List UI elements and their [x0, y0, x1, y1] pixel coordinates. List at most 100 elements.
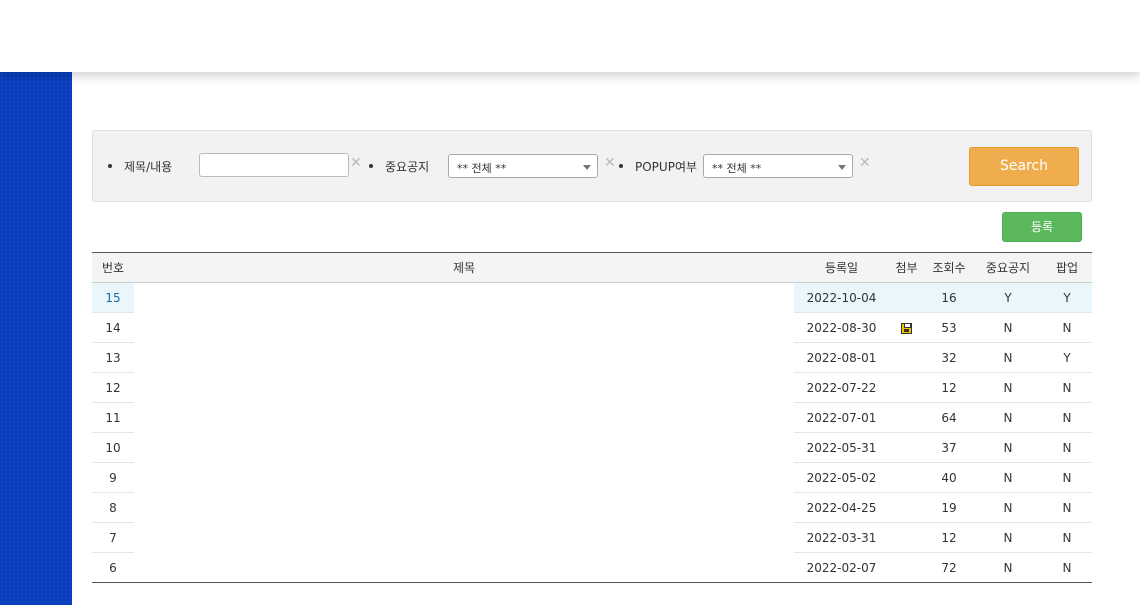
row-number: 14 [92, 312, 134, 343]
row-notice: N [974, 432, 1042, 463]
table-row[interactable]: 6 2022-02-07 72 N N [92, 553, 1092, 583]
popup-select[interactable]: ** 전체 ** [703, 154, 853, 178]
notice-select[interactable]: ** 전체 ** [448, 154, 598, 178]
row-attachment [889, 282, 924, 313]
row-title[interactable] [134, 433, 794, 463]
row-date: 2022-10-04 [794, 282, 889, 313]
chevron-down-icon [838, 165, 846, 170]
header-attachment[interactable]: 첨부 [889, 252, 924, 283]
row-popup: N [1042, 432, 1092, 463]
row-popup: Y [1042, 342, 1092, 373]
row-title[interactable] [134, 493, 794, 523]
header-number[interactable]: 번호 [92, 252, 134, 283]
row-date: 2022-07-01 [794, 402, 889, 433]
row-popup: N [1062, 560, 1072, 575]
row-notice: N [974, 342, 1042, 373]
top-header [0, 0, 1140, 72]
title-content-input[interactable] [199, 153, 349, 177]
bullet-icon [108, 164, 112, 168]
clear-popup-icon[interactable]: ✕ [859, 155, 871, 171]
row-views: 64 [924, 402, 974, 433]
row-title[interactable] [134, 553, 794, 583]
table-row[interactable]: 15 2022-10-04 16 Y Y [92, 282, 1092, 313]
table-row[interactable]: 14 2022-08-30 53 N N [92, 312, 1092, 343]
row-title[interactable] [134, 463, 794, 493]
table-row[interactable]: 9 2022-05-02 40 N N [92, 462, 1092, 493]
row-number: 11 [92, 402, 134, 433]
row-notice: N [974, 372, 1042, 403]
chevron-down-icon [583, 165, 591, 170]
table-row[interactable]: 8 2022-04-25 19 N N [92, 492, 1092, 523]
row-number: 8 [92, 492, 134, 523]
header-title[interactable]: 제목 [134, 252, 794, 283]
table-row[interactable]: 11 2022-07-01 64 N N [92, 402, 1092, 433]
row-attachment [889, 432, 924, 463]
row-views: 12 [924, 522, 974, 553]
clear-notice-icon[interactable]: ✕ [604, 155, 616, 171]
row-title[interactable] [134, 403, 794, 433]
row-notice: N [974, 402, 1042, 433]
header-views[interactable]: 조회수 [924, 252, 974, 283]
row-number: 12 [92, 372, 134, 403]
row-notice: N [974, 492, 1042, 523]
row-number: 6 [109, 560, 117, 575]
table-header-row: 번호 제목 등록일 첨부 조회수 중요공지 팝업 [92, 252, 1092, 283]
row-attachment [889, 402, 924, 433]
row-views: 40 [924, 462, 974, 493]
row-date: 2022-08-30 [794, 312, 889, 343]
popup-select-value: ** 전체 ** [712, 162, 762, 175]
row-popup: N [1042, 312, 1092, 343]
notice-table: 번호 제목 등록일 첨부 조회수 중요공지 팝업 15 2022-10-04 16 Y… [92, 252, 1092, 583]
header-date[interactable]: 등록일 [794, 252, 889, 283]
row-popup: N [1042, 492, 1092, 523]
row-date: 2022-08-01 [794, 342, 889, 373]
search-button[interactable]: Search [969, 147, 1079, 186]
row-views: 19 [924, 492, 974, 523]
row-title[interactable] [134, 313, 794, 343]
row-attachment [889, 492, 924, 523]
popup-label: POPUP여부 [635, 160, 698, 174]
row-views: 12 [924, 372, 974, 403]
row-date: 2022-02-07 [806, 560, 877, 575]
title-content-label: 제목/내용 [124, 160, 173, 174]
row-notice: N [1003, 560, 1013, 575]
row-number: 15 [92, 282, 134, 313]
row-title[interactable] [134, 343, 794, 373]
row-number: 7 [92, 522, 134, 553]
table-row[interactable]: 10 2022-05-31 37 N N [92, 432, 1092, 463]
row-title[interactable] [134, 282, 794, 313]
notice-select-value: ** 전체 ** [457, 162, 507, 175]
floppy-disk-icon[interactable] [901, 322, 912, 334]
row-notice: N [974, 462, 1042, 493]
header-popup[interactable]: 팝업 [1042, 252, 1092, 283]
main-content: 제목/내용 ✕ 중요공지 ** 전체 ** ✕ POPUP여부 ** 전체 **… [92, 72, 1092, 605]
table-body: 15 2022-10-04 16 Y Y 14 2022-08-30 53 N N 13 2022-0… [92, 282, 1092, 583]
row-attachment [889, 312, 924, 343]
row-number: 9 [92, 462, 134, 493]
register-button[interactable]: 등록 [1002, 212, 1082, 242]
row-notice: N [974, 312, 1042, 343]
row-popup: N [1042, 522, 1092, 553]
row-notice: Y [974, 282, 1042, 313]
notice-label: 중요공지 [385, 160, 430, 174]
row-title[interactable] [134, 523, 794, 553]
header-notice[interactable]: 중요공지 [974, 252, 1042, 283]
row-attachment [889, 462, 924, 493]
row-views: 72 [941, 560, 957, 575]
row-number: 10 [92, 432, 134, 463]
row-number: 13 [92, 342, 134, 373]
row-date: 2022-03-31 [794, 522, 889, 553]
table-row[interactable]: 7 2022-03-31 12 N N [92, 522, 1092, 553]
row-notice: N [974, 522, 1042, 553]
table-row[interactable]: 13 2022-08-01 32 N Y [92, 342, 1092, 373]
row-views: 32 [924, 342, 974, 373]
row-title[interactable] [134, 373, 794, 403]
row-date: 2022-04-25 [794, 492, 889, 523]
row-date: 2022-05-31 [794, 432, 889, 463]
bullet-icon [369, 164, 373, 168]
clear-title-icon[interactable]: ✕ [350, 155, 362, 171]
table-row[interactable]: 12 2022-07-22 12 N N [92, 372, 1092, 403]
row-attachment [889, 372, 924, 403]
row-popup: N [1042, 372, 1092, 403]
bullet-icon [619, 164, 623, 168]
